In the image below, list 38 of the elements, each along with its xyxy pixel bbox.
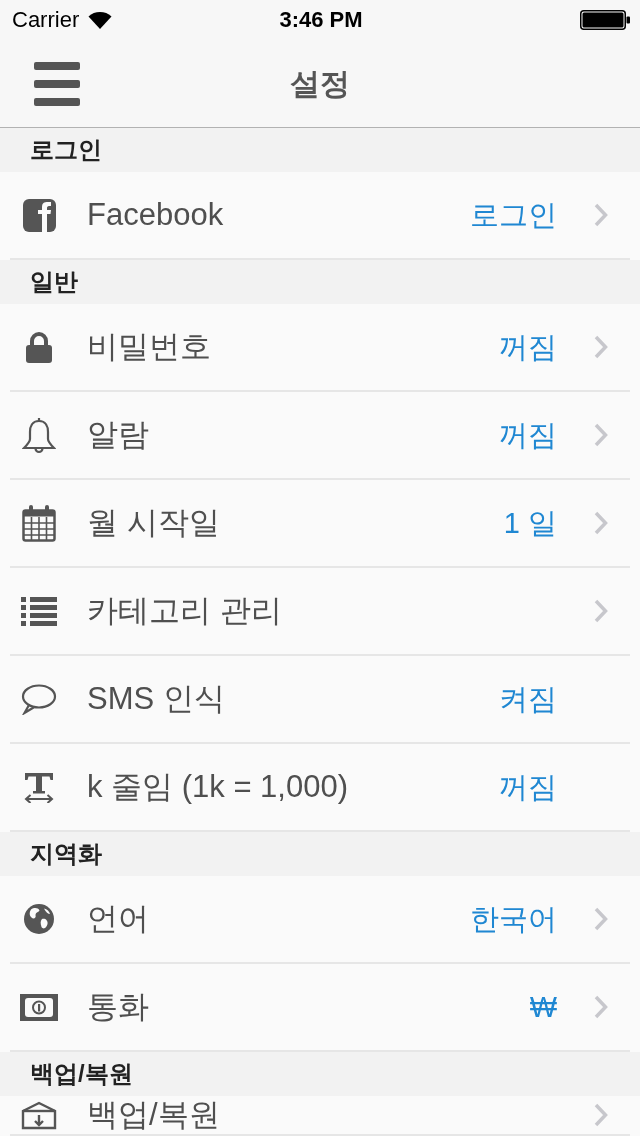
row-value: 꺼짐 <box>499 329 557 365</box>
lock-icon <box>26 331 52 363</box>
row-label: 월 시작일 <box>87 504 221 542</box>
row-label: 카테고리 관리 <box>87 592 283 630</box>
carrier-name: Carrier <box>12 6 80 34</box>
row-value: 켜짐 <box>499 681 557 717</box>
row-value: 꺼짐 <box>499 417 557 453</box>
status-time: 3:46 PM <box>279 6 363 34</box>
wifi-icon <box>88 11 113 29</box>
globe-icon <box>23 903 55 935</box>
row-label: 비밀번호 <box>87 328 212 366</box>
battery-icon <box>580 10 630 30</box>
bell-icon <box>22 416 56 454</box>
section-header: 로그인 <box>30 135 102 165</box>
speech-bubble-icon <box>21 683 57 715</box>
row-label: k 줄임 (1k = 1,000) <box>87 768 350 806</box>
row-label: 통화 <box>87 988 150 1026</box>
row-value: 한국어 <box>470 901 557 937</box>
row-value: 로그인 <box>470 197 557 233</box>
text-width-icon <box>23 771 55 803</box>
row-value: ₩ <box>529 989 557 1025</box>
row-value: 꺼짐 <box>499 769 557 805</box>
row-value: 1 일 <box>503 505 557 541</box>
section-header: 일반 <box>30 267 78 297</box>
row-label: SMS 인식 <box>87 680 226 718</box>
nav-title: 설정 <box>290 65 350 102</box>
section-header: 지역화 <box>30 839 102 869</box>
box-icon <box>21 1100 57 1130</box>
row-label: 백업/복원 <box>87 1096 221 1134</box>
row-label: 알람 <box>87 416 150 454</box>
list-icon <box>21 596 57 626</box>
section-header: 백업/복원 <box>30 1059 133 1089</box>
row-label: 언어 <box>87 900 150 938</box>
menu-icon[interactable] <box>34 61 80 106</box>
banknote-icon <box>20 993 58 1021</box>
calendar-icon <box>22 504 56 542</box>
row-label: Facebook <box>87 196 225 234</box>
f-square-icon <box>22 198 56 232</box>
